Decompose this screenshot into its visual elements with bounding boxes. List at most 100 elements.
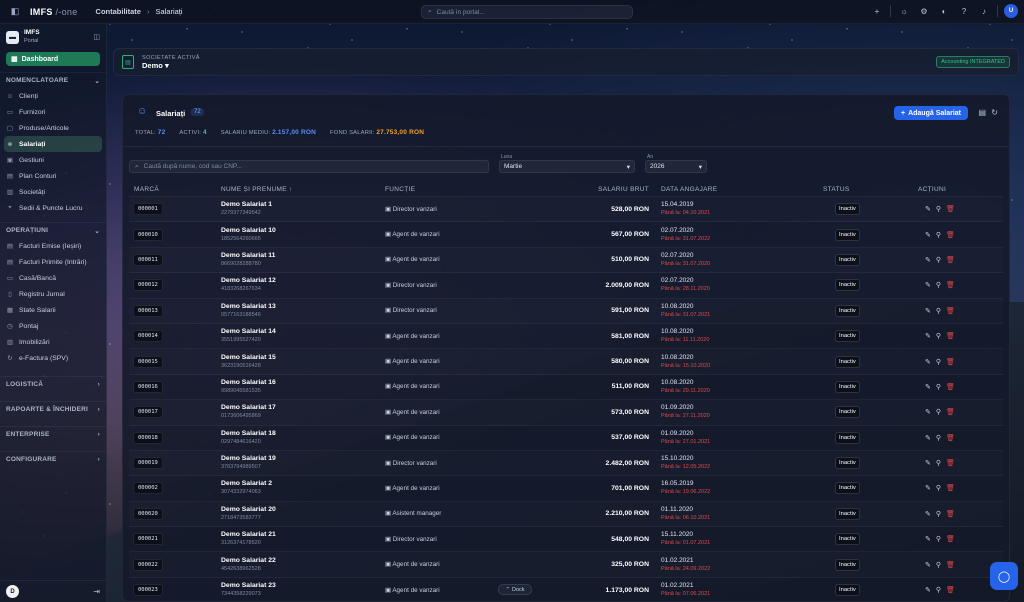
gear-icon[interactable]: ⚙ [917, 4, 931, 18]
sidebar-item-societati[interactable]: ▥ Societăți [0, 184, 106, 200]
user-check-icon[interactable]: ⚲ [936, 510, 941, 518]
avatar[interactable]: U [1004, 4, 1018, 18]
table-row[interactable]: 000013 Demo Salariat 13 0577163188546 ▣ D… [129, 299, 1003, 324]
sun-icon[interactable]: ☼ [897, 4, 911, 18]
refresh-icon[interactable]: ↻ [991, 108, 998, 117]
sidebar-item-facturi-emise[interactable]: ▤ Facturi Emise (Ieșiri) [0, 238, 106, 254]
employee-name[interactable]: Demo Salariat 16 [221, 379, 385, 387]
user-check-icon[interactable]: ⚲ [936, 281, 941, 289]
chat-button[interactable]: ◯ [990, 562, 1018, 590]
trash-icon[interactable]: 🗑 [946, 383, 955, 391]
trash-icon[interactable]: 🗑 [946, 510, 955, 518]
table-row[interactable]: 000023 Demo Salariat 23 7344358229073 ▣ A… [129, 578, 1003, 602]
edit-icon[interactable]: ✎ [925, 358, 931, 366]
sidebar-item-dashboard[interactable]: ▦ Dashboard [6, 52, 100, 66]
portal-search-input[interactable]: ⌕ Caută în portal... [421, 5, 633, 19]
edit-icon[interactable]: ✎ [925, 307, 931, 315]
user-check-icon[interactable]: ⚲ [936, 484, 941, 492]
employee-name[interactable]: Demo Salariat 21 [221, 531, 385, 539]
table-row[interactable]: 000020 Demo Salariat 20 2718473583777 ▣ A… [129, 502, 1003, 528]
month-select[interactable]: Martie ▾ [499, 160, 635, 173]
edit-icon[interactable]: ✎ [925, 383, 931, 391]
col-functie[interactable]: FUNCȚIE [385, 186, 515, 193]
employee-name[interactable]: Demo Salariat 20 [221, 506, 385, 514]
sidebar-item-state-salarii[interactable]: ▦ State Salarii [0, 302, 106, 318]
employee-name[interactable]: Demo Salariat 15 [221, 354, 385, 362]
employee-name[interactable]: Demo Salariat 1 [221, 201, 385, 209]
trash-icon[interactable]: 🗑 [946, 307, 955, 315]
edit-icon[interactable]: ✎ [925, 586, 931, 594]
sidebar-item-furnizori[interactable]: ▭ Furnizori [0, 104, 106, 120]
table-row[interactable]: 000019 Demo Salariat 19 3763794989507 ▣ D… [129, 451, 1003, 477]
employee-name[interactable]: Demo Salariat 13 [221, 303, 385, 311]
palette-icon[interactable]: ◐ [937, 4, 951, 18]
user-check-icon[interactable]: ⚲ [936, 332, 941, 340]
table-row[interactable]: 000010 Demo Salariat 10 1852564260665 ▣ A… [129, 222, 1003, 248]
user-check-icon[interactable]: ⚲ [936, 205, 941, 213]
employee-name[interactable]: Demo Salariat 2 [221, 480, 385, 488]
user-avatar[interactable]: D [6, 585, 19, 598]
sidebar-item-gestiuni[interactable]: ▣ Gestiuni [0, 152, 106, 168]
bell-icon[interactable]: ♪ [977, 4, 991, 18]
user-check-icon[interactable]: ⚲ [936, 586, 941, 594]
sidebar-section-logistica[interactable]: LOGISTICĂ › [0, 376, 106, 392]
app-logo[interactable]: IMFS /-one [30, 7, 78, 17]
col-salariu[interactable]: SALARIU BRUT [515, 186, 653, 193]
trash-icon[interactable]: 🗑 [946, 561, 955, 569]
edit-icon[interactable]: ✎ [925, 510, 931, 518]
table-row[interactable]: 000022 Demo Salariat 22 4542638962528 ▣ A… [129, 552, 1003, 578]
table-row[interactable]: 000015 Demo Salariat 15 3623190516428 ▣ A… [129, 349, 1003, 375]
user-check-icon[interactable]: ⚲ [936, 561, 941, 569]
edit-icon[interactable]: ✎ [925, 484, 931, 492]
table-row[interactable]: 000016 Demo Salariat 16 9989045581535 ▣ A… [129, 375, 1003, 401]
trash-icon[interactable]: 🗑 [946, 256, 955, 264]
user-check-icon[interactable]: ⚲ [936, 459, 941, 467]
sidebar-item-imobilizari[interactable]: ▥ Imobilizări [0, 334, 106, 350]
sidebar-item-casa-banca[interactable]: ▭ Casă/Bancă [0, 270, 106, 286]
employee-name[interactable]: Demo Salariat 19 [221, 455, 385, 463]
employee-name[interactable]: Demo Salariat 14 [221, 328, 385, 336]
trash-icon[interactable]: 🗑 [946, 281, 955, 289]
edit-icon[interactable]: ✎ [925, 281, 931, 289]
user-check-icon[interactable]: ⚲ [936, 231, 941, 239]
sidebar-item-facturi-primite[interactable]: ▤ Facturi Primite (Intrări) [0, 254, 106, 270]
trash-icon[interactable]: 🗑 [946, 358, 955, 366]
col-status[interactable]: STATUS [779, 186, 871, 193]
table-row[interactable]: 000002 Demo Salariat 2 3074332974063 ▣ Ag… [129, 476, 1003, 502]
edit-icon[interactable]: ✎ [925, 535, 931, 543]
edit-icon[interactable]: ✎ [925, 561, 931, 569]
trash-icon[interactable]: 🗑 [946, 535, 955, 543]
table-row[interactable]: 000021 Demo Salariat 21 3126374178520 ▣ D… [129, 527, 1003, 553]
edit-icon[interactable]: ✎ [925, 205, 931, 213]
year-select[interactable]: 2026 ▾ [645, 160, 707, 173]
trash-icon[interactable]: 🗑 [946, 459, 955, 467]
table-row[interactable]: 000017 Demo Salariat 17 0173606495869 ▣ A… [129, 400, 1003, 426]
sidebar-section-configurare[interactable]: CONFIGURARE › [0, 451, 106, 467]
trash-icon[interactable]: 🗑 [946, 484, 955, 492]
table-row[interactable]: 000011 Demo Salariat 11 8669028288780 ▣ A… [129, 248, 1003, 274]
edit-icon[interactable]: ✎ [925, 231, 931, 239]
table-row[interactable]: 000018 Demo Salariat 18 0297484616420 ▣ A… [129, 426, 1003, 451]
sidebar-section-operatiuni[interactable]: OPERAȚIUNI ⌄ [0, 222, 106, 238]
user-check-icon[interactable]: ⚲ [936, 434, 941, 442]
employee-name[interactable]: Demo Salariat 18 [221, 430, 385, 438]
edit-icon[interactable]: ✎ [925, 459, 931, 467]
employee-search-input[interactable]: ⌕ Caută după nume, cod sau CNP... [129, 160, 489, 173]
user-check-icon[interactable]: ⚲ [936, 307, 941, 315]
trash-icon[interactable]: 🗑 [946, 408, 955, 416]
edit-icon[interactable]: ✎ [925, 434, 931, 442]
export-icon[interactable]: ▤ [978, 108, 986, 117]
col-marca[interactable]: MARCĂ [129, 186, 221, 193]
sidebar-item-pontaj[interactable]: ◷ Pontaj [0, 318, 106, 334]
logout-icon[interactable]: ⇥ [93, 587, 100, 596]
user-check-icon[interactable]: ⚲ [936, 256, 941, 264]
sidebar-toggle-icon[interactable]: ◧ [8, 6, 22, 17]
trash-icon[interactable]: 🗑 [946, 205, 955, 213]
sidebar-item-plan-conturi[interactable]: ▤ Plan Conturi [0, 168, 106, 184]
employee-name[interactable]: Demo Salariat 17 [221, 404, 385, 412]
user-check-icon[interactable]: ⚲ [936, 408, 941, 416]
sidebar-section-nomenclatoare[interactable]: NOMENCLATOARE ⌄ [0, 72, 106, 88]
trash-icon[interactable]: 🗑 [946, 332, 955, 340]
sidebar-item-sedii[interactable]: ⌖ Sedii & Puncte Lucru [0, 200, 106, 216]
table-row[interactable]: 000014 Demo Salariat 14 3551995527420 ▣ A… [129, 324, 1003, 350]
